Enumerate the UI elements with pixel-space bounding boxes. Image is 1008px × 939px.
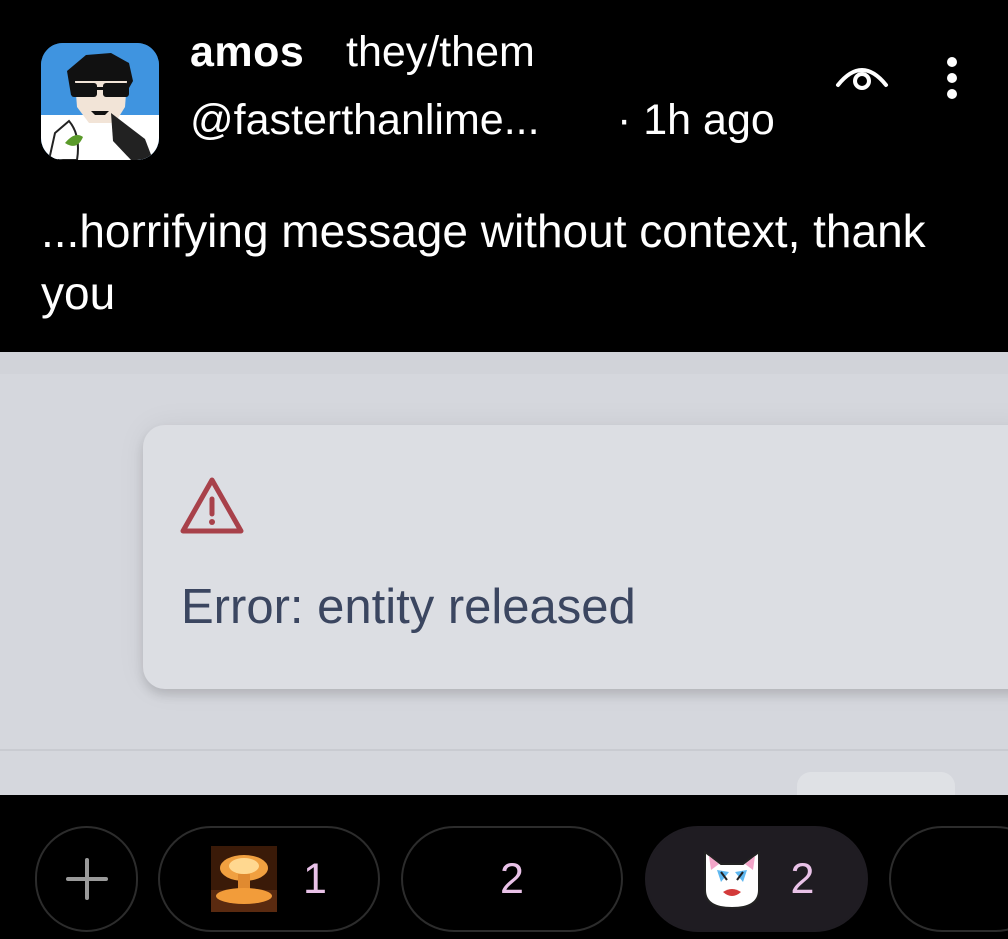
reaction-bar: 1 2 2 xyxy=(0,822,1008,939)
more-vertical-icon xyxy=(947,57,957,99)
reaction-item[interactable]: 2 xyxy=(401,826,623,932)
more-options-button[interactable] xyxy=(932,52,972,104)
explosion-emoji-icon xyxy=(211,846,278,912)
post-text: ...horrifying message without context, t… xyxy=(41,205,926,319)
avatar[interactable] xyxy=(41,43,159,160)
reaction-count: 2 xyxy=(790,854,815,903)
attachment-chip xyxy=(797,772,955,795)
plus-icon xyxy=(65,858,108,900)
attachment-divider xyxy=(0,749,1008,751)
reaction-explosion[interactable]: 1 xyxy=(158,826,380,932)
author-pronouns: they/them xyxy=(346,28,535,76)
post-timestamp[interactable]: · 1h ago xyxy=(617,96,775,145)
reaction-crying-cat[interactable]: 2 xyxy=(645,826,868,932)
reaction-count: 2 xyxy=(500,854,524,903)
error-card: Error: entity released xyxy=(143,425,1008,689)
reaction-item-partial[interactable] xyxy=(889,826,1008,932)
add-reaction-button[interactable] xyxy=(35,826,138,932)
author-name[interactable]: amos xyxy=(190,28,304,77)
eye-icon xyxy=(836,68,888,90)
crying-cat-emoji-icon xyxy=(703,850,760,910)
reaction-count: 1 xyxy=(303,854,327,903)
attachment-image[interactable]: Error: entity released xyxy=(0,352,1008,795)
error-message: Error: entity released xyxy=(181,580,636,634)
visibility-button[interactable] xyxy=(832,54,892,98)
author-handle[interactable]: @fasterthanlime... xyxy=(190,96,540,145)
attachment-top-band xyxy=(0,352,1008,374)
warning-triangle-icon xyxy=(180,477,244,534)
